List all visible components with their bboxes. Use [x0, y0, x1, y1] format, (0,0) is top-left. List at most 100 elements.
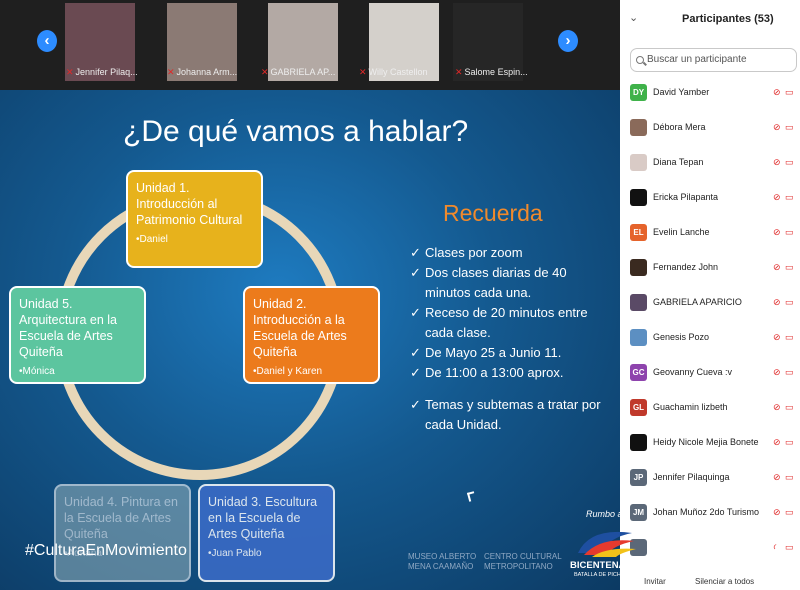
avatar: EL — [630, 224, 647, 241]
quito-logo-text: QUITO — [656, 519, 784, 566]
avatar — [630, 119, 647, 136]
search-icon — [636, 56, 644, 64]
mouse-cursor-icon — [466, 491, 477, 502]
mic-muted-icon: ⊘ — [773, 367, 781, 377]
mic-muted-icon: ⊘ — [773, 402, 781, 412]
mic-muted-icon: ⊘ — [773, 262, 781, 272]
unit-1-person: •Daniel — [136, 234, 168, 245]
camera-off-icon: ▭ — [785, 472, 794, 482]
participant-row[interactable]: EL Evelin Lanche ⊘ ▭ — [620, 217, 800, 252]
tile-label: ✕ Jennifer Pilaq... — [66, 67, 156, 79]
reminder-item: Receso de 20 minutos entre cada clase. — [410, 303, 610, 343]
participants-panel: ⌄ Participantes (53) Buscar un participa… — [620, 0, 800, 590]
participant-row[interactable]: GC Geovanny Cueva :v ⊘ ▭ — [620, 357, 800, 392]
participant-name: Diana Tepan — [653, 157, 704, 167]
mic-muted-icon: ⊘ — [773, 157, 781, 167]
mic-muted-icon: ⊘ — [773, 122, 781, 132]
unit-1-box: Unidad 1. Introducción al Patrimonio Cul… — [126, 170, 263, 268]
participant-name: Genesis Pozo — [653, 332, 710, 342]
mic-muted-icon: ⊘ — [773, 472, 781, 482]
participant-row[interactable]: Diana Tepan ⊘ ▭ — [620, 147, 800, 182]
centro-cultural-logo-text: CENTRO CULTURAL METROPOLITANO — [484, 552, 562, 571]
search-placeholder: Buscar un participante — [647, 54, 747, 65]
participant-row[interactable]: JP Jennifer Pilaquinga ⊘ ▭ — [620, 462, 800, 497]
mic-muted-icon: ✕ — [66, 67, 74, 77]
participant-name: Fernandez John — [653, 262, 719, 272]
tile-name: Jennifer Pilaq... — [75, 67, 138, 77]
avatar — [630, 329, 647, 346]
tile-label: ✕ Johanna Arm... — [167, 67, 257, 79]
mic-muted-icon: ✕ — [455, 67, 463, 77]
unit-5-person: •Mónica — [19, 366, 55, 377]
logos-overlay: Rumbo al BICENTENARIO BATALLA DE PICHINC… — [570, 505, 800, 590]
panel-header: ⌄ Participantes (53) — [620, 0, 800, 40]
rumbo-text: Rumbo al — [586, 509, 625, 519]
logo-divider — [650, 527, 652, 573]
bicentenario-emblem-icon — [578, 531, 636, 557]
participant-row[interactable]: GABRIELA APARICIO ⊘ ▭ — [620, 287, 800, 322]
mic-muted-icon: ⊘ — [773, 227, 781, 237]
unit-4-title: Unidad 4. Pintura en la Escuela de Artes… — [64, 495, 178, 541]
participant-row[interactable]: Débora Mera ⊘ ▭ — [620, 112, 800, 147]
camera-off-icon: ▭ — [785, 227, 794, 237]
camera-off-icon: ▭ — [785, 402, 794, 412]
camera-off-icon: ▭ — [785, 262, 794, 272]
quito-slogan: grande otra vez — [704, 563, 760, 572]
participant-row[interactable]: Heidy Nicole Mejia Bonete ⊘ ▭ — [620, 427, 800, 462]
bicentenario-subtitle: BATALLA DE PICHINCHA 1822 — [574, 572, 652, 578]
tile-name: Johanna Arm... — [176, 67, 238, 77]
participant-row[interactable]: Genesis Pozo ⊘ ▭ — [620, 322, 800, 357]
tile-label: ✕ Willy Castellon — [359, 67, 449, 79]
next-page-button[interactable]: › — [558, 30, 578, 52]
shared-slide: ¿De qué vamos a hablar? Unidad 1. Introd… — [0, 90, 620, 590]
participant-name: Guachamin lizbeth — [653, 402, 728, 412]
avatar — [630, 294, 647, 311]
participant-name: Ericka Pilapanta — [653, 192, 719, 202]
avatar: DY — [630, 84, 647, 101]
reminder-item: De 11:00 a 13:00 aprox. — [410, 363, 610, 383]
panel-title: Participantes (53) — [682, 13, 774, 25]
participant-row[interactable]: GL Guachamin lizbeth ⊘ ▭ — [620, 392, 800, 427]
unit-1-title: Unidad 1. Introducción al Patrimonio Cul… — [136, 181, 243, 227]
unit-5-title: Unidad 5. Arquitectura en la Escuela de … — [19, 297, 117, 359]
camera-off-icon: ▭ — [785, 87, 794, 97]
tile-name: GABRIELA AP... — [270, 67, 336, 77]
unit-5-box: Unidad 5. Arquitectura en la Escuela de … — [9, 286, 146, 384]
unit-2-person: •Daniel y Karen — [253, 366, 323, 377]
avatar — [630, 154, 647, 171]
camera-off-icon: ▭ — [785, 192, 794, 202]
video-strip: ‹ ✕ Jennifer Pilaq... ✕ Johanna Arm... ✕ GABR… — [0, 0, 620, 90]
camera-off-icon: ▭ — [785, 122, 794, 132]
tile-name: Willy Castellon — [368, 67, 428, 77]
bicentenario-text: BICENTENARIO — [570, 560, 643, 571]
mic-muted-icon: ⊘ — [773, 437, 781, 447]
unit-3-box: Unidad 3. Escultura en la Escuela de Art… — [198, 484, 335, 582]
reminder-item: Temas y subtemas a tratar por cada Unida… — [410, 395, 610, 435]
avatar: GC — [630, 364, 647, 381]
avatar: GL — [630, 399, 647, 416]
participant-name: GABRIELA APARICIO — [653, 297, 742, 307]
mic-muted-icon: ⊘ — [773, 192, 781, 202]
reminder-list: Clases por zoom Dos clases diarias de 40… — [410, 243, 610, 435]
unit-3-title: Unidad 3. Escultura en la Escuela de Art… — [208, 495, 318, 541]
participant-name: Heidy Nicole Mejia Bonete — [653, 437, 759, 447]
participant-row[interactable]: DY David Yamber ⊘ ▭ — [620, 77, 800, 112]
participant-name: Jennifer Pilaquinga — [653, 472, 730, 482]
avatar: JP — [630, 469, 647, 486]
collapse-chevron-icon[interactable]: ⌄ — [629, 11, 638, 24]
reminder-item: Dos clases diarias de 40 minutos cada un… — [410, 263, 610, 303]
participant-name: Evelin Lanche — [653, 227, 710, 237]
mic-muted-icon: ⊘ — [773, 332, 781, 342]
mic-muted-icon: ✕ — [359, 67, 367, 77]
unit-2-box: Unidad 2. Introducción a la Escuela de A… — [243, 286, 380, 384]
camera-off-icon: ▭ — [785, 437, 794, 447]
search-input[interactable]: Buscar un participante — [630, 48, 797, 72]
camera-off-icon: ▭ — [785, 157, 794, 167]
previous-page-button[interactable]: ‹ — [37, 30, 57, 52]
mic-muted-icon: ✕ — [261, 67, 269, 77]
participant-row[interactable]: Fernandez John ⊘ ▭ — [620, 252, 800, 287]
unit-4-box: Unidad 4. Pintura en la Escuela de Artes… — [54, 484, 191, 582]
reminder-item: Clases por zoom — [410, 243, 610, 263]
participant-row[interactable]: Ericka Pilapanta ⊘ ▭ — [620, 182, 800, 217]
recuerda-heading: Recuerda — [443, 200, 543, 226]
